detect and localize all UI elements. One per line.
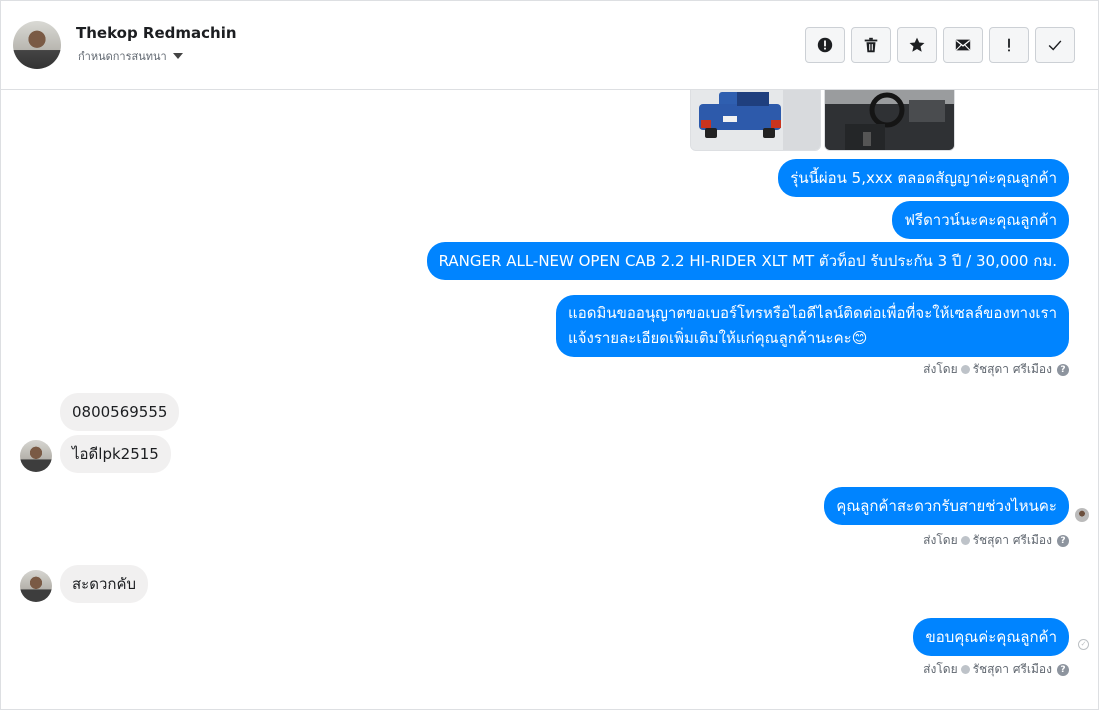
sent-by-info: ส่งโดย รัชสุดา ศรีเมือง ?	[923, 660, 1069, 679]
sent-by-agent[interactable]: รัชสุดา ศรีเมือง	[973, 360, 1052, 379]
message-incoming[interactable]: สะดวกคับ	[60, 565, 149, 603]
delete-button[interactable]	[851, 27, 891, 63]
help-icon[interactable]: ?	[1057, 363, 1069, 376]
conversation-header: Thekop Redmachin กำหนดการสนทนา	[1, 1, 1098, 90]
conversation-panel: Thekop Redmachin กำหนดการสนทนา รุ่นนี้ผ่…	[0, 0, 1099, 710]
agent-badge-icon	[960, 536, 970, 545]
help-icon[interactable]: ?	[1057, 534, 1069, 547]
conversation-toolbar	[805, 27, 1075, 63]
help-icon[interactable]: ?	[1057, 663, 1069, 676]
agent-badge-icon	[960, 365, 970, 374]
message-outgoing[interactable]: ฟรีดาวน์นะคะคุณลูกค้า	[892, 201, 1069, 239]
truck-photo	[691, 90, 820, 150]
contact-avatar-small[interactable]	[20, 440, 52, 472]
envelope-icon	[955, 39, 971, 51]
conversation-schedule-label: กำหนดการสนทนา	[78, 50, 167, 63]
message-incoming[interactable]: ไอดีlpk2515	[60, 435, 171, 473]
sent-by-info: ส่งโดย รัชสุดา ศรีเมือง ?	[923, 360, 1069, 379]
sent-by-info: ส่งโดย รัชสุดา ศรีเมือง ?	[923, 531, 1069, 550]
star-icon	[909, 37, 925, 52]
sent-by-agent[interactable]: รัชสุดา ศรีเมือง	[973, 531, 1052, 550]
trash-icon	[864, 37, 878, 53]
conversation-schedule-dropdown[interactable]: กำหนดการสนทนา	[78, 47, 183, 65]
contact-name[interactable]: Thekop Redmachin	[76, 24, 237, 42]
caret-down-icon	[172, 53, 183, 59]
contact-avatar-small[interactable]	[20, 570, 52, 602]
attachment-image-truck-interior[interactable]	[824, 89, 955, 151]
sent-by-prefix: ส่งโดย	[923, 533, 958, 547]
alert-circle-icon	[817, 37, 833, 53]
mark-unread-button[interactable]	[943, 27, 983, 63]
agent-badge-icon	[960, 665, 970, 674]
message-outgoing[interactable]: คุณลูกค้าสะดวกรับสายช่วงไหนคะ	[824, 487, 1069, 525]
delivered-check-icon: ✓	[1078, 639, 1089, 650]
sent-by-prefix: ส่งโดย	[923, 362, 958, 376]
follow-up-button[interactable]	[989, 27, 1029, 63]
seen-avatar-icon	[1075, 508, 1089, 522]
attachment-image-truck-rear[interactable]	[690, 89, 821, 151]
sent-by-agent[interactable]: รัชสุดา ศรีเมือง	[973, 660, 1052, 679]
message-line: แจ้งรายละเอียดเพิ่มเติมให้แก่คุณลูกค้านะ…	[568, 329, 868, 347]
mark-done-button[interactable]	[1035, 27, 1075, 63]
star-button[interactable]	[897, 27, 937, 63]
message-line: แอดมินขออนุญาตขอเบอร์โทรหรือไอดีไลน์ติดต…	[568, 304, 1057, 322]
message-outgoing[interactable]: RANGER ALL-NEW OPEN CAB 2.2 HI-RIDER XLT…	[426, 242, 1069, 280]
checkmark-icon	[1048, 40, 1062, 51]
message-incoming[interactable]: 0800569555	[60, 393, 180, 431]
message-outgoing[interactable]: แอดมินขออนุญาตขอเบอร์โทรหรือไอดีไลน์ติดต…	[556, 295, 1069, 357]
message-outgoing[interactable]: ขอบคุณค่ะคุณลูกค้า	[913, 618, 1069, 656]
contact-avatar[interactable]	[13, 21, 61, 69]
exclamation-icon	[1008, 38, 1010, 52]
interior-photo	[825, 90, 954, 150]
message-outgoing[interactable]: รุ่นนี้ผ่อน 5,xxx ตลอดสัญญาค่ะคุณลูกค้า	[778, 159, 1069, 197]
sent-by-prefix: ส่งโดย	[923, 662, 958, 676]
spam-button[interactable]	[805, 27, 845, 63]
